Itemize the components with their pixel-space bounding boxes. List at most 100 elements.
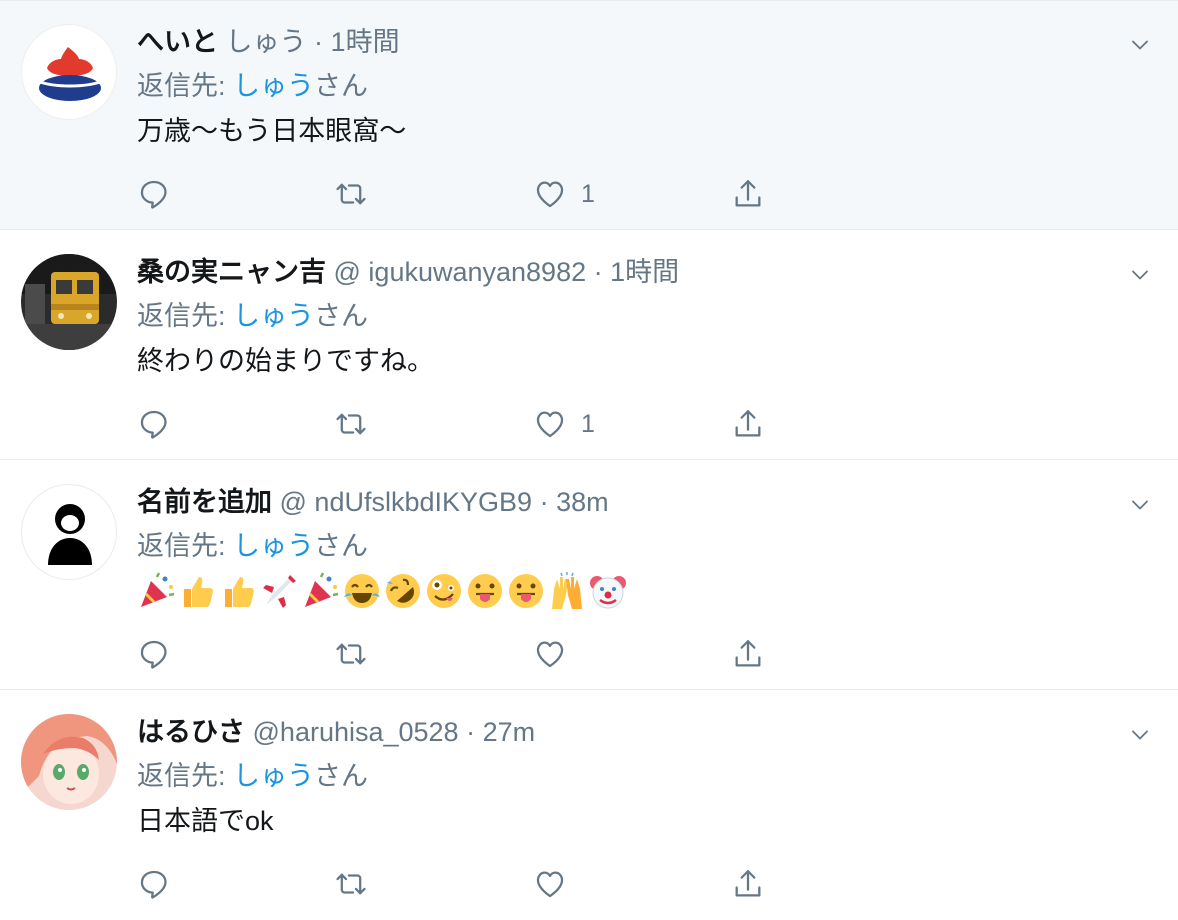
reply-to-link[interactable]: しゅう bbox=[233, 301, 314, 331]
party-popper-icon bbox=[305, 572, 339, 607]
thumbs-up-icon bbox=[184, 577, 213, 607]
timestamp[interactable]: 1時間 bbox=[331, 27, 400, 57]
like-count: 1 bbox=[581, 179, 595, 208]
avatar[interactable] bbox=[21, 24, 117, 120]
tweet-emojis bbox=[137, 571, 1118, 611]
raising-hands-icon bbox=[552, 572, 582, 609]
tweet-header: へいと しゅう · 1時間 bbox=[137, 22, 1118, 62]
retweet-button[interactable] bbox=[334, 174, 368, 214]
like-button[interactable] bbox=[533, 864, 581, 904]
reply-button[interactable] bbox=[137, 864, 171, 904]
reply-context: 返信先: しゅうさん bbox=[137, 526, 1118, 566]
action-bar: 1 bbox=[137, 404, 777, 444]
chevron-down-icon[interactable] bbox=[1128, 493, 1152, 517]
separator: · bbox=[314, 27, 324, 57]
heart-icon bbox=[533, 407, 567, 441]
timestamp[interactable]: 38m bbox=[556, 487, 609, 517]
heart-icon bbox=[533, 637, 567, 671]
retweet-icon bbox=[334, 407, 368, 441]
airplane-icon bbox=[263, 575, 296, 608]
rolling-laughing-icon bbox=[386, 574, 420, 608]
share-button[interactable] bbox=[731, 404, 765, 444]
tweet-text: 日本語でok bbox=[137, 806, 274, 836]
reply-context: 返信先: しゅうさん bbox=[137, 66, 1118, 106]
reply-to-link[interactable]: しゅう bbox=[233, 71, 314, 101]
red-blue-logo-icon bbox=[39, 47, 101, 101]
anime-girl-avatar-icon bbox=[21, 714, 117, 810]
divider bbox=[0, 0, 1178, 1]
share-icon bbox=[731, 177, 765, 211]
reply-to-link[interactable]: しゅう bbox=[233, 531, 314, 561]
reply-prefix: 返信先: bbox=[137, 71, 234, 101]
reply-icon bbox=[137, 407, 171, 441]
reply-icon bbox=[137, 637, 171, 671]
thumbs-up-icon bbox=[225, 577, 254, 607]
display-name[interactable]: 桑の実ニャン吉 bbox=[137, 257, 326, 287]
chevron-down-icon[interactable] bbox=[1128, 263, 1152, 287]
display-name[interactable]: へいと bbox=[137, 27, 218, 57]
retweet-icon bbox=[334, 867, 368, 901]
like-button[interactable] bbox=[533, 634, 581, 674]
share-icon bbox=[731, 407, 765, 441]
share-button[interactable] bbox=[731, 864, 765, 904]
retweet-icon bbox=[334, 637, 368, 671]
reply-to-link[interactable]: しゅう bbox=[233, 761, 314, 791]
like-button[interactable]: 1 bbox=[533, 174, 595, 214]
avatar[interactable] bbox=[21, 484, 117, 580]
chevron-down-icon[interactable] bbox=[1128, 723, 1152, 747]
heart-icon bbox=[533, 867, 567, 901]
retweet-icon bbox=[334, 177, 368, 211]
like-button[interactable]: 1 bbox=[533, 404, 595, 444]
display-name[interactable]: 名前を追加 bbox=[137, 487, 272, 517]
reply-suffix: さん bbox=[314, 71, 369, 101]
user-handle[interactable]: @ ndUfslkbdIKYGB9 bbox=[280, 487, 533, 517]
display-name[interactable]: はるひさ bbox=[137, 717, 245, 747]
timestamp[interactable]: 27m bbox=[483, 717, 536, 747]
retweet-button[interactable] bbox=[334, 864, 368, 904]
retweet-button[interactable] bbox=[334, 634, 368, 674]
tweet-header: 桑の実ニャン吉 @ igukuwanyan8982 · 1時間 bbox=[137, 252, 1118, 292]
tweet-text: 終わりの始まりですね。 bbox=[137, 346, 434, 376]
chevron-down-icon[interactable] bbox=[1128, 33, 1152, 57]
reply-prefix: 返信先: bbox=[137, 761, 234, 791]
action-bar: 1 bbox=[137, 174, 777, 214]
user-handle[interactable]: しゅう bbox=[226, 27, 307, 57]
reply-suffix: さん bbox=[314, 531, 369, 561]
timestamp[interactable]: 1時間 bbox=[610, 257, 679, 287]
reply-suffix: さん bbox=[314, 761, 369, 791]
share-icon bbox=[731, 867, 765, 901]
tweet-item[interactable]: へいと しゅう · 1時間 返信先: しゅうさん 万歳〜もう日本眼窩〜 1 bbox=[0, 0, 1178, 230]
reply-prefix: 返信先: bbox=[137, 301, 234, 331]
tears-of-joy-icon bbox=[344, 574, 380, 608]
share-button[interactable] bbox=[731, 634, 765, 674]
share-button[interactable] bbox=[731, 174, 765, 214]
user-handle[interactable]: @haruhisa_0528 bbox=[253, 717, 459, 747]
clown-face-icon bbox=[590, 576, 626, 609]
avatar[interactable] bbox=[21, 254, 117, 350]
user-handle[interactable]: @ igukuwanyan8982 bbox=[334, 257, 587, 287]
heart-icon bbox=[533, 177, 567, 211]
tweet-header: 名前を追加 @ ndUfslkbdIKYGB9 · 38m bbox=[137, 482, 1118, 522]
reply-prefix: 返信先: bbox=[137, 531, 234, 561]
like-count: 1 bbox=[581, 409, 595, 438]
separator: · bbox=[539, 487, 549, 517]
reply-context: 返信先: しゅうさん bbox=[137, 756, 1118, 796]
tweet-header: はるひさ @haruhisa_0528 · 27m bbox=[137, 712, 1118, 752]
share-icon bbox=[731, 637, 765, 671]
avatar[interactable] bbox=[21, 714, 117, 810]
reply-icon bbox=[137, 867, 171, 901]
tongue-face-icon bbox=[509, 574, 543, 608]
separator: · bbox=[593, 257, 603, 287]
reply-button[interactable] bbox=[137, 634, 171, 674]
action-bar bbox=[137, 634, 777, 674]
tweet-item[interactable]: 名前を追加 @ ndUfslkbdIKYGB9 · 38m 返信先: しゅうさん bbox=[0, 460, 1178, 690]
reply-context: 返信先: しゅうさん bbox=[137, 296, 1118, 336]
reply-feed: へいと しゅう · 1時間 返信先: しゅうさん 万歳〜もう日本眼窩〜 1 桑の… bbox=[0, 0, 1178, 920]
reply-icon bbox=[137, 177, 171, 211]
reply-button[interactable] bbox=[137, 404, 171, 444]
tweet-item[interactable]: 桑の実ニャン吉 @ igukuwanyan8982 · 1時間 返信先: しゅう… bbox=[0, 230, 1178, 460]
reply-button[interactable] bbox=[137, 174, 171, 214]
retweet-button[interactable] bbox=[334, 404, 368, 444]
tweet-item[interactable]: はるひさ @haruhisa_0528 · 27m 返信先: しゅうさん 日本語… bbox=[0, 690, 1178, 920]
zany-face-icon bbox=[427, 574, 461, 608]
